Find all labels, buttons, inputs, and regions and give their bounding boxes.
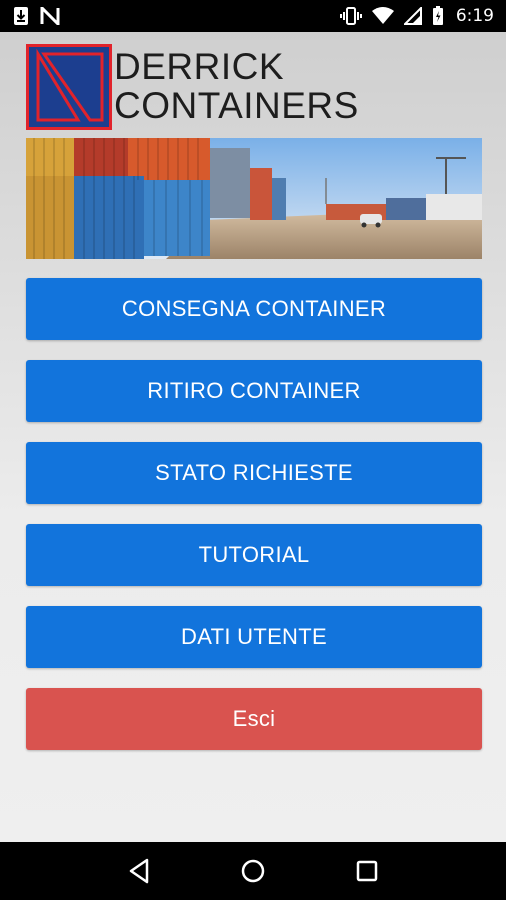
container-yard-banner [26,138,482,259]
brand-name: DERRICK CONTAINERS [114,46,359,126]
brand-header: DERRICK CONTAINERS [26,44,359,130]
download-icon [12,6,30,26]
esci-button[interactable]: Esci [26,688,482,750]
system-nav-bar [0,842,506,900]
wifi-icon [371,7,394,25]
consegna-container-button[interactable]: CONSEGNA CONTAINER [26,278,482,340]
signal-icon [403,7,422,25]
home-icon[interactable] [233,851,273,891]
main-menu: CONSEGNA CONTAINER RITIRO CONTAINER STAT… [26,278,482,770]
status-left [12,6,60,26]
derrick-logo-icon [26,44,112,130]
brand-line-1: DERRICK [114,46,285,88]
dati-utente-button[interactable]: DATI UTENTE [26,606,482,668]
status-right: 6:19 [339,6,494,26]
tutorial-button[interactable]: TUTORIAL [26,524,482,586]
back-icon[interactable] [119,851,159,891]
recents-icon[interactable] [347,851,387,891]
stato-richieste-button[interactable]: STATO RICHIESTE [26,442,482,504]
status-time: 6:19 [455,6,494,26]
n-notification-icon [40,7,60,25]
battery-icon [432,6,444,26]
main-screen: DERRICK CONTAINERS CONSEGNA CONTAINER RI… [0,32,506,842]
brand-line-2: CONTAINERS [114,85,359,126]
ritiro-container-button[interactable]: RITIRO CONTAINER [26,360,482,422]
status-bar: 6:19 [0,0,506,32]
container-yard-image [26,138,482,259]
vibrate-icon [339,6,362,26]
